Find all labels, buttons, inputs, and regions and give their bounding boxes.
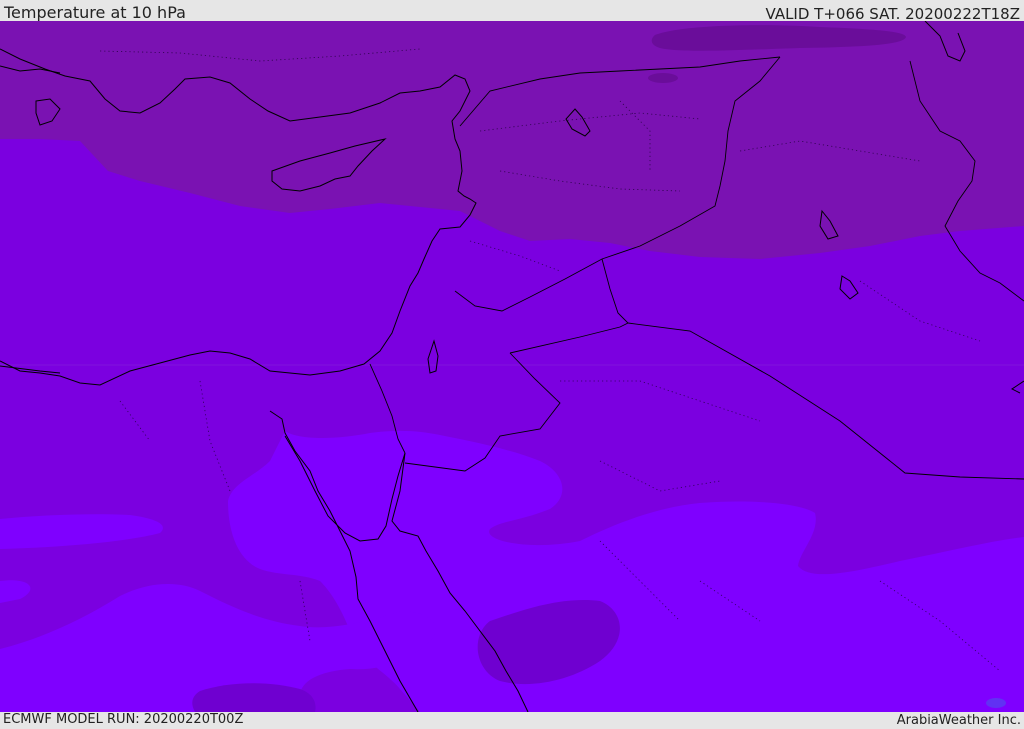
map-viewer: Temperature at 10 hPa VALID T+066 SAT. 2… [0, 0, 1024, 729]
header-bar: Temperature at 10 hPa VALID T+066 SAT. 2… [0, 0, 1024, 23]
map-canvas [0, 21, 1024, 712]
temperature-band-marker [986, 698, 1006, 708]
credit-label: ArabiaWeather Inc. [896, 713, 1021, 728]
footer-bar: ECMWF MODEL RUN: 20200220T00Z ArabiaWeat… [0, 712, 1024, 729]
temperature-band-coldest-small [648, 73, 678, 83]
model-run-label: ECMWF MODEL RUN: 20200220T00Z [3, 712, 244, 727]
temperature-map [0, 21, 1024, 712]
map-title: Temperature at 10 hPa [4, 3, 186, 22]
